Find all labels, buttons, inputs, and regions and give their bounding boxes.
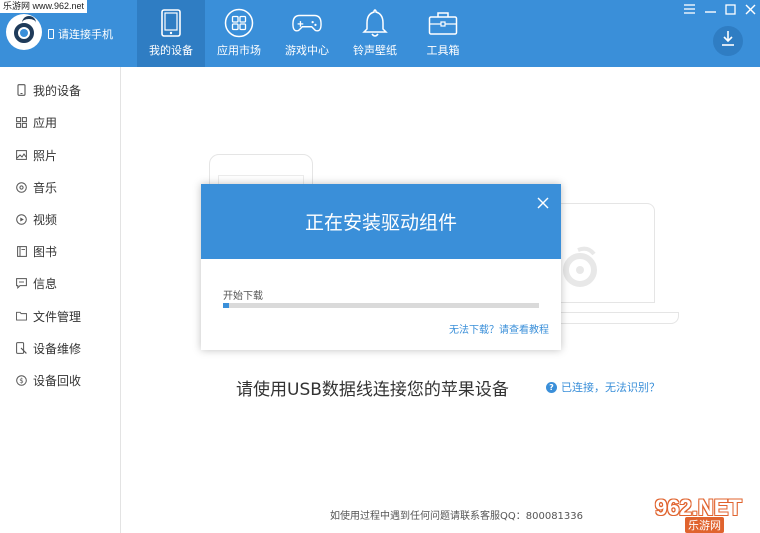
sidebar-item-label: 文件管理	[33, 309, 82, 324]
support-footer: 如使用过程中遇到任何问题请联系客服QQ：800081336	[330, 511, 584, 522]
sidebar-item-device-recycle[interactable]: $ 设备回收	[0, 368, 120, 392]
sidebar-item-label: 视频	[33, 212, 58, 227]
help-link-label: 已连接，无法识别？	[561, 381, 660, 394]
bell-icon	[360, 8, 390, 38]
sidebar-item-video[interactable]: 视频	[0, 207, 120, 231]
restore-icon[interactable]	[723, 2, 737, 16]
tab-game-center[interactable]: 游戏中心	[273, 0, 341, 67]
tab-toolbox[interactable]: 工具箱	[409, 0, 477, 67]
tab-app-market[interactable]: 应用市场	[205, 0, 273, 67]
connect-label: 请连接手机	[58, 28, 113, 41]
sidebar-item-label: 我的设备	[33, 83, 82, 98]
tab-ringtones-wallpapers[interactable]: 铃声壁纸	[341, 0, 409, 67]
svg-text:$: $	[19, 377, 23, 385]
sidebar-item-label: 图书	[33, 244, 58, 259]
tab-label: 工具箱	[426, 44, 460, 57]
apps-grid-icon	[224, 8, 254, 38]
sidebar-item-label: 设备维修	[33, 341, 82, 356]
download-progress-bar	[223, 303, 539, 308]
tab-label: 应用市场	[217, 44, 261, 57]
title-bar: 请连接手机 我的设备 应用市场 游戏中心 铃声壁纸 工具箱	[0, 0, 760, 67]
minimize-icon[interactable]	[703, 2, 717, 16]
sidebar: 我的设备 应用 照片 音乐 视频 图书 信息 文件管理 设备维修 $ 设备回收	[0, 67, 121, 533]
recycle-icon: $	[16, 374, 27, 386]
driver-install-dialog: 正在安装驱动组件 开始下载 无法下载？请查看教程	[201, 184, 561, 350]
faded-logo-illustration	[558, 244, 602, 288]
close-icon[interactable]	[743, 2, 757, 16]
watermark-bottom-right: 962.NET 乐游网	[655, 495, 758, 533]
sidebar-item-apps[interactable]: 应用	[0, 110, 120, 134]
sidebar-item-label: 照片	[33, 148, 58, 163]
watermark-sub: 乐游网	[685, 517, 724, 533]
dialog-close-icon[interactable]	[537, 194, 551, 209]
message-icon	[16, 277, 27, 289]
dialog-header: 正在安装驱动组件	[201, 184, 561, 259]
app-logo	[6, 14, 42, 50]
tablet-icon	[156, 8, 186, 38]
gamepad-icon	[292, 8, 322, 38]
sidebar-item-label: 设备回收	[33, 373, 82, 388]
sidebar-item-label: 应用	[33, 115, 58, 130]
main-nav: 我的设备 应用市场 游戏中心 铃声壁纸 工具箱	[137, 0, 477, 67]
apps-icon	[16, 116, 27, 128]
toolbox-icon	[428, 8, 458, 38]
repair-icon	[16, 342, 27, 354]
phone-small-icon	[48, 29, 54, 39]
sidebar-item-photos[interactable]: 照片	[0, 143, 120, 167]
sidebar-item-music[interactable]: 音乐	[0, 175, 120, 199]
tab-label: 铃声壁纸	[353, 44, 397, 57]
folder-icon	[16, 311, 27, 322]
question-icon: ?	[546, 381, 557, 393]
tab-my-device[interactable]: 我的设备	[137, 0, 205, 67]
download-progress-fill	[223, 303, 230, 308]
sidebar-item-books[interactable]: 图书	[0, 239, 120, 263]
photo-icon	[16, 150, 27, 161]
menu-icon[interactable]	[682, 2, 696, 16]
sidebar-item-device-repair[interactable]: 设备维修	[0, 336, 120, 360]
connect-device-button[interactable]: 请连接手机	[48, 26, 113, 42]
sidebar-item-label: 音乐	[33, 180, 58, 195]
tab-label: 我的设备	[149, 44, 193, 57]
sidebar-item-my-device[interactable]: 我的设备	[0, 78, 120, 102]
sidebar-item-file-manager[interactable]: 文件管理	[0, 304, 120, 328]
book-icon	[16, 245, 27, 257]
download-help-link[interactable]: 无法下载？请查看教程	[449, 321, 549, 336]
sidebar-item-label: 信息	[33, 276, 58, 291]
download-manager-button[interactable]	[713, 26, 743, 56]
phone-icon	[16, 84, 27, 96]
music-icon	[16, 181, 27, 193]
usb-hint-text: 请使用USB数据线连接您的苹果设备	[236, 380, 509, 400]
dialog-title: 正在安装驱动组件	[304, 212, 457, 234]
video-icon	[16, 213, 27, 225]
download-icon	[720, 30, 736, 52]
laptop-base-illustration	[541, 312, 679, 324]
download-status: 开始下载	[223, 291, 263, 302]
sidebar-item-messages[interactable]: 信息	[0, 271, 120, 295]
connected-not-recognized-link[interactable]: ? 已连接，无法识别？	[546, 379, 660, 395]
tab-label: 游戏中心	[285, 44, 329, 57]
watermark-top-left: 乐游网 www.962.net	[0, 0, 88, 13]
